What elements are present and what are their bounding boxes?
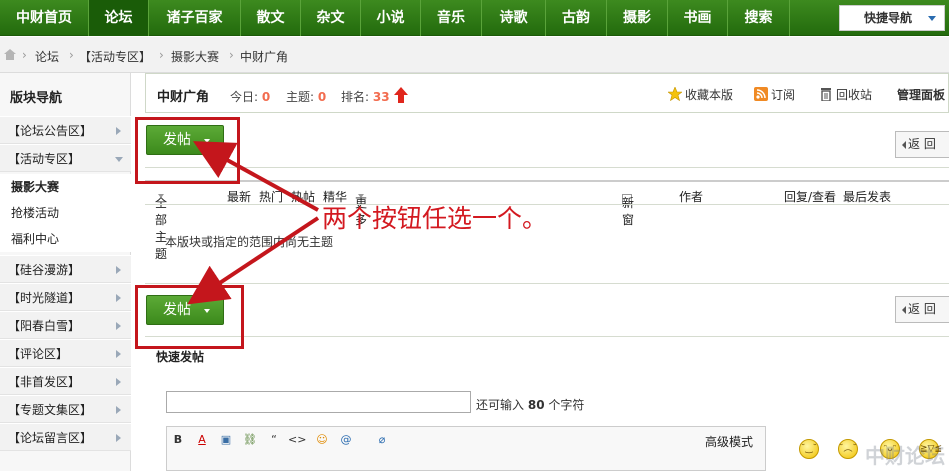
watermark: 中财论坛 bbox=[865, 444, 945, 468]
arrow-to-bottom-button bbox=[187, 216, 320, 305]
arrow-to-top-button bbox=[192, 141, 319, 212]
annotation-arrows bbox=[187, 141, 320, 305]
annotation-text: 两个按钮任选一个。 bbox=[322, 204, 548, 233]
